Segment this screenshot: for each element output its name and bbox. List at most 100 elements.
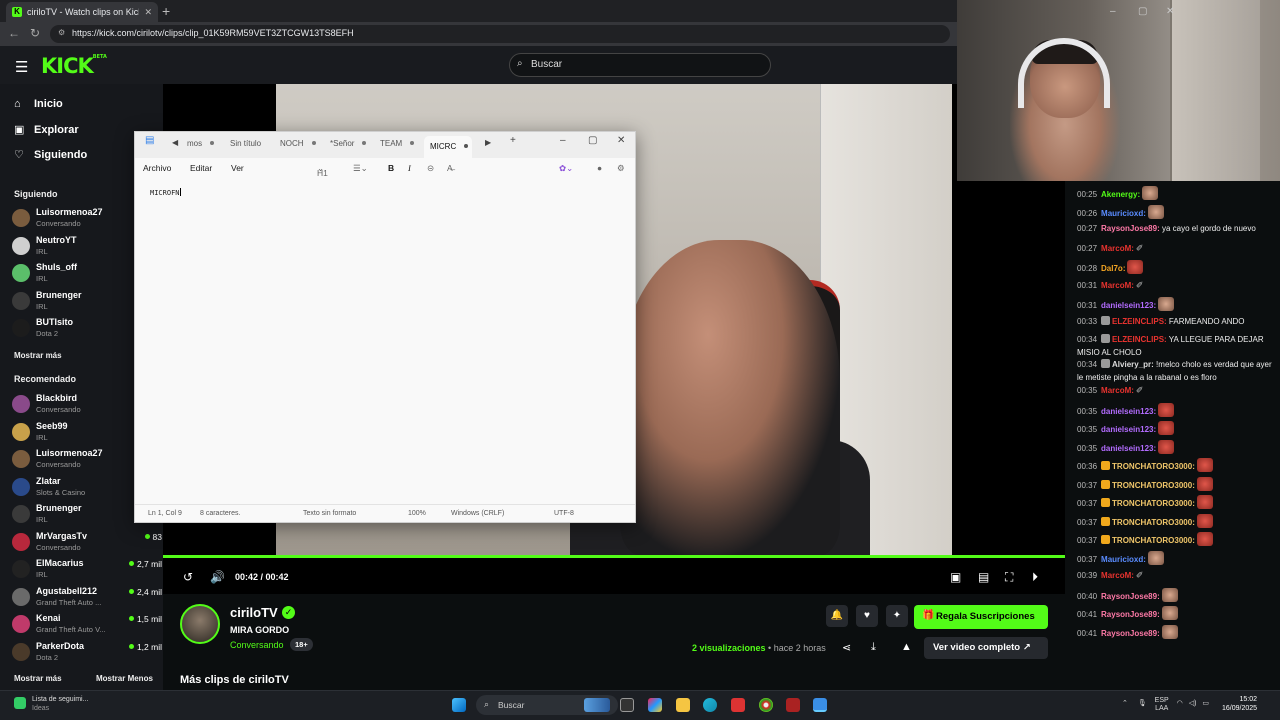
notepad-tab[interactable]: mos — [187, 139, 215, 148]
show-more-recommended-button[interactable]: Mostrar más — [14, 674, 62, 683]
wifi-icon[interactable]: ◠ — [1177, 700, 1183, 707]
menu-ver[interactable]: Ver — [231, 163, 244, 173]
chat-username[interactable]: TRONCHATORO3000: — [1112, 536, 1195, 545]
nav-siguiendo[interactable]: ♡ Siguiendo — [14, 148, 87, 162]
chat-username[interactable]: MarcoM: — [1101, 571, 1134, 580]
notepad-taskbar-icon[interactable] — [813, 698, 827, 712]
chat-username[interactable]: TRONCHATORO3000: — [1112, 481, 1195, 490]
notepad-active-tab[interactable]: MICRC — [424, 136, 472, 158]
sidebar-channel[interactable]: Kenai Grand Theft Auto V... 1,5 mil — [12, 613, 162, 639]
menu-archivo[interactable]: Archivo — [143, 163, 171, 173]
chat-username[interactable]: RaysonJose89: — [1101, 224, 1160, 233]
start-button-icon[interactable] — [452, 698, 466, 712]
notification-bell-button[interactable]: 🔔 — [826, 605, 848, 627]
nav-explorar[interactable]: ▣ Explorar — [14, 123, 79, 137]
sidebar-channel[interactable]: ParkerDota Dota 2 1,2 mil — [12, 641, 162, 667]
account-icon[interactable]: ● — [597, 163, 602, 173]
window-maximize-icon[interactable]: ▢ — [1138, 6, 1147, 17]
chat-username[interactable]: TRONCHATORO3000: — [1112, 462, 1195, 471]
reload-icon[interactable]: ↻ — [30, 26, 40, 40]
bold-icon[interactable]: B — [388, 163, 394, 173]
notepad-tab[interactable]: *Señor — [330, 139, 367, 148]
tray-chevron-icon[interactable]: ⌃ — [1122, 700, 1128, 707]
theater-mode-icon[interactable]: ▤ — [978, 570, 989, 584]
chat-username[interactable]: danielsein123: — [1101, 301, 1156, 310]
chat-username[interactable]: Alviery_pr: — [1112, 360, 1154, 369]
language-indicator[interactable]: ESP LAA — [1155, 697, 1169, 713]
tab-scroll-left-icon[interactable]: ◀ — [172, 138, 178, 147]
taskbar-clock[interactable]: 15:02 16/09/2025 — [1222, 695, 1257, 713]
chat-username[interactable]: danielsein123: — [1101, 444, 1156, 453]
chat-username[interactable]: danielsein123: — [1101, 425, 1156, 434]
clip-icon[interactable]: ▣ — [950, 570, 961, 584]
share-icon[interactable]: ⋖ — [842, 641, 851, 654]
nav-inicio[interactable]: ⌂ Inicio — [14, 98, 63, 110]
copilot-taskbar-icon[interactable] — [648, 698, 662, 712]
window-close-icon[interactable]: ✕ — [1166, 6, 1174, 17]
search-input[interactable]: ⌕ Buscar — [509, 53, 771, 77]
chat-username[interactable]: ELZEINCLIPS: — [1112, 317, 1167, 326]
chat-username[interactable]: Dal7o: — [1101, 264, 1125, 273]
address-bar[interactable]: ⚙ https://kick.com/cirilotv/clips/clip_0… — [50, 25, 950, 43]
heading-dropdown[interactable]: H1 ⌄ — [317, 163, 328, 178]
sidebar-channel[interactable]: ElMacarius IRL 2,7 mil — [12, 558, 162, 584]
notepad-tab[interactable]: TEAM — [380, 139, 415, 148]
new-tab-button[interactable]: + — [162, 3, 170, 19]
link-icon[interactable]: ⊝ — [427, 163, 434, 174]
app-icon-red[interactable] — [731, 698, 745, 712]
chat-username[interactable]: MarcoM: — [1101, 281, 1134, 290]
copilot-icon[interactable]: ✿⌄ — [559, 163, 573, 174]
system-tray[interactable]: ⌃ 🎙 ESP LAA ◠ ◁) ▭ — [1122, 697, 1209, 713]
next-clip-icon[interactable]: ⏵ — [1032, 570, 1038, 585]
channel-avatar[interactable] — [180, 604, 220, 644]
video-progress-bar[interactable] — [163, 555, 1065, 558]
window-minimize-icon[interactable]: – — [1110, 6, 1116, 17]
microphone-icon[interactable]: 🎙 — [1138, 700, 1147, 707]
chat-username[interactable]: RaysonJose89: — [1101, 592, 1160, 601]
chat-username[interactable]: RaysonJose89: — [1101, 629, 1160, 638]
volume-icon[interactable]: 🔊 — [210, 570, 225, 584]
minimize-icon[interactable]: – — [560, 135, 566, 146]
file-explorer-icon[interactable] — [676, 698, 690, 712]
report-icon[interactable]: ▲ — [901, 641, 912, 653]
notepad-tab[interactable]: NOCH — [280, 139, 316, 148]
gift-subscriptions-button[interactable]: 🎁 Regala Suscripciones — [914, 605, 1048, 629]
chat-username[interactable]: Mauricioxd: — [1101, 555, 1146, 564]
follow-heart-button[interactable]: ♥ — [856, 605, 878, 627]
watch-full-video-button[interactable]: Ver video completo ↗ — [924, 637, 1048, 659]
menu-icon[interactable]: ☰ — [15, 58, 28, 76]
notepad-window[interactable]: ▤ ◀ mos Sin título NOCH *Señor TEAM MICR… — [134, 131, 636, 523]
settings-icon[interactable]: ⚙ — [617, 163, 625, 174]
channel-name[interactable]: ciriloTV — [230, 605, 278, 620]
chat-username[interactable]: Mauricioxd: — [1101, 209, 1146, 218]
chat-username[interactable]: RaysonJose89: — [1101, 610, 1160, 619]
chat-username[interactable]: MarcoM: — [1101, 244, 1134, 253]
menu-editar[interactable]: Editar — [190, 163, 212, 173]
back-icon[interactable]: ← — [8, 26, 20, 40]
edge-icon[interactable] — [703, 698, 717, 712]
show-less-button[interactable]: Mostrar Menos — [96, 674, 153, 683]
notepad-tab[interactable]: Sin título — [230, 139, 261, 148]
tab-scroll-right-icon[interactable]: ▶ — [485, 138, 491, 147]
battery-icon[interactable]: ▭ — [1202, 700, 1209, 707]
notepad-text-area[interactable]: MICROFN — [150, 188, 181, 197]
widgets-button[interactable]: Lista de seguimi... Ideas — [14, 695, 88, 713]
show-more-following-button[interactable]: Mostrar más — [14, 351, 62, 360]
download-icon[interactable]: ⤓ — [871, 641, 876, 654]
task-view-icon[interactable] — [620, 698, 634, 712]
chat-username[interactable]: MarcoM: — [1101, 386, 1134, 395]
speaker-icon[interactable]: ◁) — [1189, 700, 1197, 707]
browser-tab[interactable]: K ciriloTV - Watch clips on Kick ✕ — [6, 2, 158, 22]
category-link[interactable]: Conversando — [230, 640, 284, 650]
fullscreen-icon[interactable]: ⛶ — [1005, 570, 1013, 585]
maximize-icon[interactable]: ▢ — [588, 135, 597, 146]
chat-username[interactable]: TRONCHATORO3000: — [1112, 499, 1195, 508]
list-format-icon[interactable]: ☰⌄ — [353, 163, 368, 174]
close-tab-icon[interactable]: ✕ — [144, 7, 152, 18]
chat-username[interactable]: danielsein123: — [1101, 407, 1156, 416]
kick-logo[interactable]: KICKBETA — [41, 54, 107, 78]
sidebar-channel[interactable]: Agustabell212 Grand Theft Auto ... 2,4 mil — [12, 586, 162, 612]
chat-username[interactable]: Akenergy: — [1101, 190, 1140, 199]
boost-button[interactable]: ✦ — [886, 605, 908, 627]
chat-username[interactable]: ELZEINCLIPS: — [1112, 335, 1167, 344]
